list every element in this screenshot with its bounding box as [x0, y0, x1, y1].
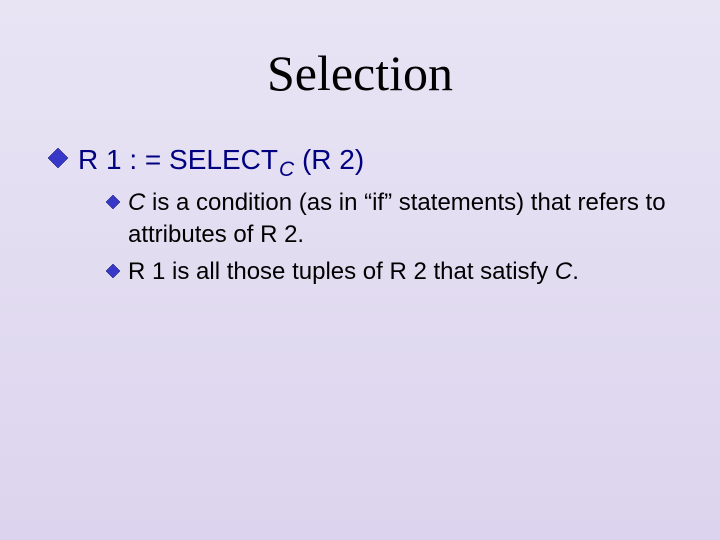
slide-title: Selection [0, 44, 720, 102]
sub-bullet-2: R 1 is all those tuples of R 2 that sati… [106, 256, 680, 288]
sub-bullet-1-text: C is a condition (as in “if” statements)… [128, 187, 680, 252]
diamond-bullet-icon [48, 148, 68, 173]
sub-bullet-list: C is a condition (as in “if” statements)… [106, 187, 680, 288]
sub2-part1: R 1 is all those tuples of R 2 that sati… [128, 258, 555, 285]
sub-bullet-2-text: R 1 is all those tuples of R 2 that sati… [128, 256, 579, 288]
main-r2: (R 2) [302, 144, 364, 175]
sub1-rest: is a condition (as in “if” statements) t… [128, 189, 666, 248]
sub2-period: . [572, 258, 579, 285]
main-subscript-c: C [279, 158, 300, 181]
main-bullet-text: R 1 : = SELECTC (R 2) [78, 142, 364, 177]
slide-content: R 1 : = SELECTC (R 2) C is a condition (… [0, 142, 720, 288]
sub1-italic-c: C [128, 189, 152, 216]
main-r1: R 1 : = SELECT [78, 144, 278, 175]
sub2-italic-c: C [555, 258, 572, 285]
small-diamond-icon [106, 264, 120, 283]
main-bullet: R 1 : = SELECTC (R 2) [48, 142, 680, 177]
small-diamond-icon [106, 195, 120, 214]
sub-bullet-1: C is a condition (as in “if” statements)… [106, 187, 680, 252]
